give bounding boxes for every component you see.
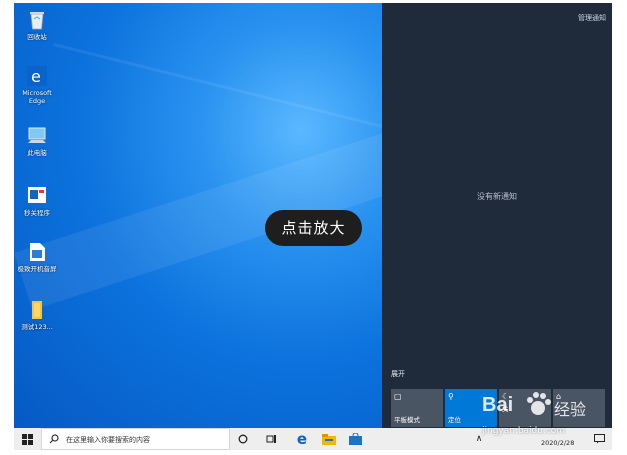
computer-icon: [26, 125, 48, 147]
edge-icon: e: [296, 430, 308, 448]
watermark-brand: Bai: [482, 394, 514, 416]
icon-label: 极致开机音屏: [17, 265, 57, 273]
tile-tablet-mode[interactable]: ▢ 平板模式: [391, 389, 443, 427]
search-icon: [49, 434, 59, 444]
cortana-button[interactable]: [234, 428, 252, 450]
desktop-icon-recycle-bin[interactable]: 回收站: [17, 9, 57, 41]
task-view-button[interactable]: [262, 428, 280, 450]
store-icon: [348, 433, 362, 445]
no-notifications-text: 没有新通知: [477, 192, 517, 201]
desktop-icon-app[interactable]: 极致开机音屏: [17, 241, 57, 273]
desktop-icon-app[interactable]: 秒关程序: [17, 185, 57, 217]
taskbar-edge[interactable]: e: [292, 428, 312, 450]
cortana-icon: [238, 434, 248, 444]
icon-label: 回收站: [27, 33, 47, 41]
file-explorer-icon: [322, 433, 336, 445]
icon-label: Microsoft Edge: [22, 89, 52, 105]
baidu-watermark: Bai 经验 jingyan.baidu.com: [478, 388, 608, 444]
watermark-url: jingyan.baidu.com: [482, 426, 566, 436]
desktop-icon-this-pc[interactable]: 此电脑: [17, 125, 57, 157]
baidu-paw-icon: [527, 392, 551, 415]
desktop-icon-edge[interactable]: e Microsoft Edge: [17, 65, 57, 105]
tile-label: 平板模式: [394, 416, 420, 424]
expand-link[interactable]: 展开: [391, 369, 405, 379]
wallpaper-beam: [53, 43, 382, 148]
icon-label: 测试123...: [21, 323, 53, 331]
windows-screen: 回收站 e Microsoft Edge 此电脑 秒关程序 极致开机音屏 测试1…: [14, 3, 612, 450]
zoom-tooltip[interactable]: 点击放大: [265, 210, 362, 246]
location-icon: ⚲: [448, 392, 454, 401]
app-icon: [26, 241, 48, 263]
action-center: 管理通知 没有新通知 展开 ▢ 平板模式 ⚲ 定位 ☾ 关 ⌂: [382, 3, 612, 428]
app-icon: [26, 185, 48, 207]
icon-label: 秒关程序: [24, 209, 50, 217]
edge-icon: e: [26, 65, 48, 87]
icon-label: 此电脑: [27, 149, 47, 157]
tile-label: 定位: [448, 416, 461, 424]
search-placeholder: 在这里输入你要搜索的内容: [66, 436, 150, 444]
desktop-icon-folder[interactable]: 测试123...: [17, 299, 57, 331]
watermark-brand-2: 经验: [554, 400, 587, 419]
manage-notifications-link[interactable]: 管理通知: [578, 13, 606, 23]
desktop[interactable]: 回收站 e Microsoft Edge 此电脑 秒关程序 极致开机音屏 测试1…: [14, 3, 382, 428]
taskbar-file-explorer[interactable]: [319, 428, 339, 450]
folder-icon: [26, 299, 48, 321]
tablet-icon: ▢: [394, 392, 402, 401]
svg-text:e: e: [31, 67, 41, 86]
task-view-icon: [266, 435, 276, 443]
taskbar-store[interactable]: [345, 428, 365, 450]
recycle-bin-icon: [26, 9, 48, 31]
windows-icon: [22, 433, 33, 445]
search-box[interactable]: 在这里输入你要搜索的内容: [41, 428, 230, 450]
start-button[interactable]: [14, 428, 41, 450]
